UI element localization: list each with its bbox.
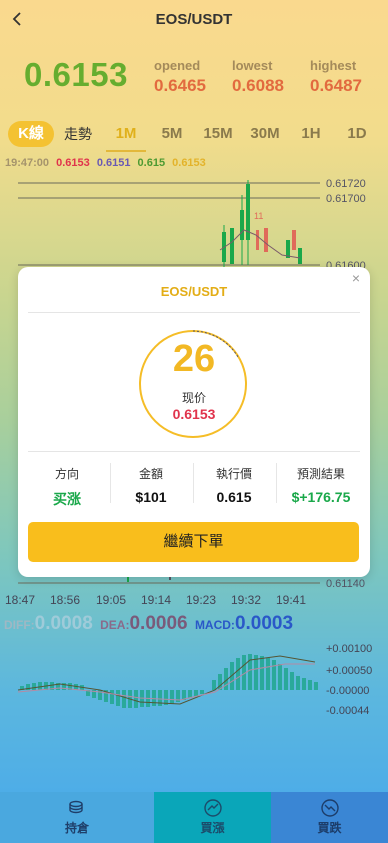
macd-axis-label: +0.00050 — [326, 665, 372, 677]
nav-buy-down-label: 買跌 — [317, 821, 342, 835]
macd-readout: DIFF:0.0008 DEA:0.0006 MACD:0.0003 — [4, 613, 293, 635]
tab-kline[interactable]: K線 — [8, 121, 54, 147]
time-tick: 18:47 — [5, 593, 36, 607]
highest-stat: highest 0.6487 — [310, 58, 362, 96]
macd-label: MACD: — [194, 618, 235, 632]
ohlc-time: 19:47:00 — [5, 157, 50, 169]
ohlc-close: 0.6153 — [172, 157, 206, 169]
highest-label: highest — [310, 58, 357, 73]
countdown-seconds: 26 — [172, 338, 216, 380]
active-tab-underline — [106, 150, 146, 152]
time-tick: 19:23 — [186, 593, 217, 607]
nav-buy-up[interactable]: 買漲 — [154, 792, 271, 843]
buy-down-icon — [320, 799, 339, 817]
candles: 11 — [219, 180, 302, 267]
nav-positions-label: 持倉 — [64, 821, 89, 835]
direction-col: 方向 买涨 — [26, 465, 108, 509]
predicted-result-col: 預測結果 $+176.75 — [276, 465, 366, 505]
bottom-nav: 持倉 買漲 買跌 — [0, 792, 388, 843]
time-tick: 19:05 — [96, 593, 127, 607]
modal-current-price: 0.6153 — [172, 406, 216, 422]
tab-trend[interactable]: 走勢 — [63, 120, 93, 148]
amount-col: 金額 $101 — [110, 465, 192, 505]
price-axis-label: 0.61700 — [326, 193, 366, 205]
candle — [230, 228, 234, 264]
opened-label: opened — [154, 58, 201, 73]
tab-1h[interactable]: 1H — [294, 120, 328, 148]
macd-axis-label: -0.00044 — [326, 705, 369, 717]
amount-label: 金額 — [138, 467, 163, 481]
candle — [292, 230, 296, 250]
candle — [256, 230, 259, 250]
current-price: 0.6153 — [24, 56, 128, 93]
direction-value: 买涨 — [53, 491, 81, 507]
period-tabs: K線 走勢 1M 5M 15M 30M 1H 1D — [0, 120, 388, 152]
nav-buy-down[interactable]: 買跌 — [271, 792, 388, 843]
buy-up-icon — [203, 799, 222, 817]
tab-5m[interactable]: 5M — [154, 120, 190, 148]
tab-1m[interactable]: 1M — [108, 120, 144, 148]
time-tick: 19:14 — [141, 593, 172, 607]
diff-value: 0.0008 — [34, 613, 93, 634]
time-tick: 18:56 — [50, 593, 81, 607]
opened-stat: opened 0.6465 — [154, 58, 206, 96]
nav-buy-up-label: 買漲 — [200, 821, 225, 835]
modal-title: EOS/USDT — [160, 284, 228, 299]
tab-15m[interactable]: 15M — [200, 120, 236, 148]
time-tick: 19:41 — [276, 593, 307, 607]
predicted-result-label: 預測結果 — [296, 467, 345, 481]
coins-icon — [69, 800, 83, 814]
macd-chart: +0.00100 +0.00050 -0.00000 -0.00044 — [17, 643, 372, 717]
ohlc-low: 0.615 — [137, 157, 166, 169]
page-title: EOS/USDT — [155, 11, 233, 28]
macd-axis-label: +0.00100 — [326, 643, 372, 655]
nav-positions[interactable]: 持倉 — [0, 792, 154, 843]
strike-price-label: 執行價 — [215, 467, 252, 481]
modal-divider — [28, 451, 360, 452]
lowest-value: 0.6088 — [232, 76, 284, 95]
ohlc-readout: 19:47:00 0.6153 0.6151 0.615 0.6153 — [5, 157, 210, 169]
modal-divider — [28, 312, 360, 313]
direction-label: 方向 — [54, 467, 79, 481]
ohlc-open: 0.6153 — [56, 157, 90, 169]
time-tick: 19:32 — [231, 593, 262, 607]
macd-axis-label: -0.00000 — [326, 685, 369, 697]
dea-label: DEA: — [100, 618, 130, 632]
macd-value: 0.0003 — [234, 613, 294, 634]
predicted-result-value: $+176.75 — [291, 489, 351, 505]
tab-1d[interactable]: 1D — [340, 120, 374, 148]
header: EOS/USDT — [0, 0, 388, 40]
candle — [264, 228, 268, 252]
candle-marker: 11 — [254, 211, 263, 221]
price-axis-label: 0.61140 — [326, 578, 365, 590]
ohlc-high: 0.6151 — [96, 157, 131, 169]
highest-value: 0.6487 — [310, 76, 362, 95]
tab-30m[interactable]: 30M — [246, 120, 284, 148]
lowest-stat: lowest 0.6088 — [232, 58, 284, 96]
price-axis-label: 0.61720 — [326, 178, 366, 190]
strike-price-col: 執行價 0.615 — [193, 465, 275, 505]
order-result-modal: × EOS/USDT 26 现价 0.6153 方向 买涨 金額 $101 執行… — [18, 267, 370, 577]
lowest-label: lowest — [232, 58, 273, 73]
continue-order-button[interactable]: 繼續下單 — [28, 522, 359, 562]
strike-price-value: 0.615 — [216, 489, 252, 505]
current-price-label: 现价 — [181, 391, 206, 405]
diff-label: DIFF: — [4, 618, 35, 632]
candle — [298, 248, 302, 264]
opened-value: 0.6465 — [154, 76, 206, 95]
amount-value: $101 — [135, 489, 167, 505]
dea-value: 0.0006 — [129, 613, 188, 634]
